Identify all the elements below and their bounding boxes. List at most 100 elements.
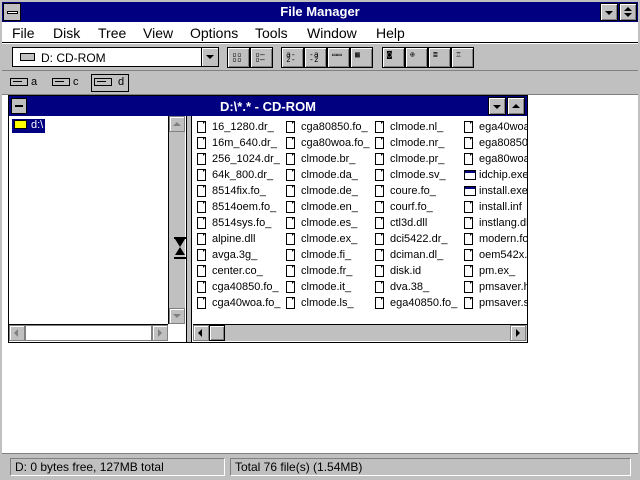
tree-vertical-scrollbar[interactable] bbox=[168, 116, 185, 324]
stop-share-icon: ⊕ bbox=[410, 50, 415, 59]
menu-file[interactable]: File bbox=[12, 25, 35, 41]
document-file-icon bbox=[375, 153, 384, 165]
tree-scroll-track[interactable] bbox=[25, 325, 152, 341]
share-as-button[interactable]: ◙ bbox=[382, 47, 405, 68]
sort-by-size-button[interactable]: ▭▭ bbox=[327, 47, 350, 68]
directory-window-title-bar[interactable]: D:\*.* - CD-ROM bbox=[9, 96, 527, 116]
document-file-icon bbox=[375, 121, 384, 133]
view-name-button[interactable]: ▫▫ ▫▫ bbox=[227, 47, 250, 68]
files-horizontal-scrollbar[interactable] bbox=[193, 324, 527, 341]
cdrom-drive-icon bbox=[20, 53, 35, 61]
document-file-icon bbox=[464, 249, 473, 261]
file-name: clmode.nr_ bbox=[390, 137, 445, 149]
drive-c-label: c bbox=[73, 76, 79, 88]
file-name: pmsaver.s bbox=[479, 297, 527, 309]
sort-by-type-button[interactable]: -a -z bbox=[304, 47, 327, 68]
document-file-icon bbox=[197, 137, 206, 149]
files-scroll-right-button[interactable] bbox=[510, 325, 526, 341]
file-name: 16m_640.dr_ bbox=[212, 137, 277, 149]
file-manager-window: File Manager File Disk Tree View Options… bbox=[0, 0, 640, 480]
document-file-icon bbox=[375, 169, 384, 181]
file-name: modern.fo bbox=[479, 233, 527, 245]
stop-sharing-button[interactable]: ⊕ bbox=[405, 47, 428, 68]
arrow-right-icon bbox=[158, 329, 162, 337]
file-name: install.inf bbox=[479, 201, 522, 213]
toolbar: D: CD-ROM ▫▫ ▫▫ ▫– ▫– a-z- -a -z ▭▭ ▦ ◙ ⊕ ≣… bbox=[2, 44, 638, 71]
pane-splitter[interactable] bbox=[187, 116, 192, 342]
menu-tools[interactable]: Tools bbox=[255, 25, 288, 41]
restore-button[interactable] bbox=[619, 3, 637, 21]
file-name: clmode.fr_ bbox=[301, 265, 353, 277]
document-file-icon bbox=[197, 185, 206, 197]
menu-tree[interactable]: Tree bbox=[98, 25, 126, 41]
drive-selector[interactable]: D: CD-ROM bbox=[12, 47, 219, 67]
file-name: cga40woa.fo_ bbox=[212, 297, 281, 309]
file-viewer-button[interactable]: ≣ bbox=[428, 47, 451, 68]
file-name: cga40850.fo_ bbox=[212, 281, 279, 293]
file-name: clmode.ls_ bbox=[301, 297, 354, 309]
file-name: dci5422.dr_ bbox=[390, 233, 448, 245]
document-file-icon bbox=[464, 233, 473, 245]
file-name: pm.ex_ bbox=[479, 265, 516, 277]
files-scroll-left-button[interactable] bbox=[193, 325, 209, 341]
file-name: ega80850 bbox=[479, 137, 527, 149]
hard-drive-icon bbox=[52, 78, 70, 86]
document-file-icon bbox=[375, 185, 384, 197]
file-name: cga80woa.fo_ bbox=[301, 137, 370, 149]
file-name: dva.38_ bbox=[390, 281, 430, 293]
document-file-icon bbox=[197, 249, 206, 261]
file-name: instlang.dll bbox=[479, 217, 527, 229]
title-bar[interactable]: File Manager bbox=[2, 2, 638, 22]
tree-scroll-left-button[interactable] bbox=[9, 325, 25, 341]
document-file-icon bbox=[286, 265, 295, 277]
file-name: coure.fo_ bbox=[390, 185, 436, 197]
tree-scroll-right-button[interactable] bbox=[152, 325, 168, 341]
view-all-details-button[interactable]: ▫– ▫– bbox=[250, 47, 273, 68]
file-name: clmode.en_ bbox=[301, 201, 358, 213]
antivirus-icon: ♖ bbox=[456, 50, 461, 59]
menu-help[interactable]: Help bbox=[376, 25, 405, 41]
drive-a-label: a bbox=[31, 76, 38, 88]
child-maximize-button[interactable] bbox=[507, 97, 525, 115]
program-file-icon bbox=[464, 170, 476, 180]
tree-scroll-up-button[interactable] bbox=[169, 116, 185, 132]
drive-d-button[interactable]: d bbox=[91, 74, 129, 92]
arrow-left-icon bbox=[14, 329, 18, 337]
child-minimize-button[interactable] bbox=[488, 97, 506, 115]
drive-a-button[interactable]: a bbox=[10, 74, 38, 92]
document-file-icon bbox=[464, 153, 473, 165]
file-name: ctl3d.dll bbox=[390, 217, 428, 229]
document-file-icon bbox=[375, 217, 384, 229]
document-file-icon bbox=[197, 121, 206, 133]
document-file-icon bbox=[375, 137, 384, 149]
document-file-icon bbox=[197, 297, 206, 309]
sort-by-name-button[interactable]: a-z- bbox=[281, 47, 304, 68]
document-file-icon bbox=[286, 153, 295, 165]
file-name: install.exe bbox=[479, 185, 527, 197]
file-name: clmode.ex_ bbox=[301, 233, 358, 245]
menu-disk[interactable]: Disk bbox=[53, 25, 80, 41]
tree-horizontal-scrollbar[interactable] bbox=[9, 324, 168, 341]
hourglass-cursor-icon bbox=[174, 237, 186, 259]
menu-options[interactable]: Options bbox=[190, 25, 238, 41]
tree-scroll-down-button[interactable] bbox=[169, 308, 185, 324]
file-name: pmsaver.h bbox=[479, 281, 527, 293]
status-file-total: Total 76 file(s) (1.54MB) bbox=[230, 458, 631, 476]
sort-by-date-button[interactable]: ▦ bbox=[350, 47, 373, 68]
document-file-icon bbox=[197, 217, 206, 229]
document-file-icon bbox=[286, 121, 295, 133]
file-name: 8514sys.fo_ bbox=[212, 217, 272, 229]
drive-c-button[interactable]: c bbox=[52, 74, 79, 92]
menu-view[interactable]: View bbox=[143, 25, 173, 41]
menu-window[interactable]: Window bbox=[307, 25, 357, 41]
files-scroll-thumb[interactable] bbox=[209, 325, 225, 341]
window-title: File Manager bbox=[280, 4, 360, 19]
document-file-icon bbox=[197, 169, 206, 181]
drive-selector-dropdown-button[interactable] bbox=[201, 48, 218, 66]
sort-type-icon: -a -z bbox=[309, 50, 319, 64]
antivirus-button[interactable]: ♖ bbox=[451, 47, 474, 68]
minimize-button[interactable] bbox=[600, 3, 618, 21]
maximize-icon bbox=[512, 104, 520, 108]
tree-item-root[interactable]: d:\ bbox=[12, 119, 46, 133]
directory-window-title: D:\*.* - CD-ROM bbox=[219, 99, 317, 114]
